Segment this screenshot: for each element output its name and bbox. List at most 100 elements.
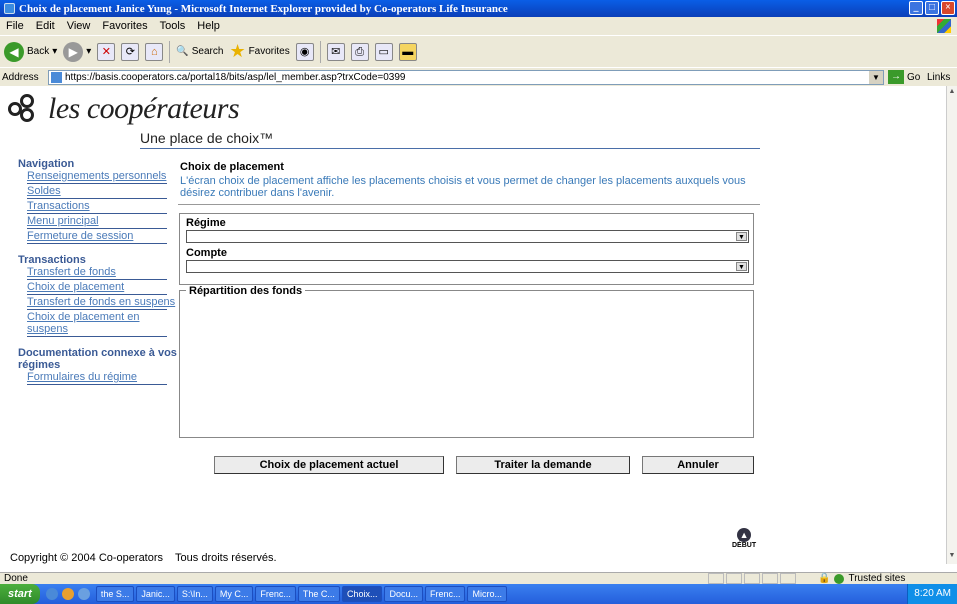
nav-item-soldes[interactable]: Soldes — [18, 185, 178, 197]
task-button[interactable]: Docu... — [384, 586, 423, 602]
home-icon[interactable]: ⌂ — [145, 42, 164, 61]
page-description: L'écran choix de placement affiche les p… — [180, 175, 746, 199]
menu-help[interactable]: Help — [197, 20, 220, 32]
cooperators-logo-icon — [8, 94, 42, 124]
menu-file[interactable]: File — [6, 20, 24, 32]
address-input[interactable]: https://basis.cooperators.ca/portal18/bi… — [48, 70, 884, 85]
clock: 8:20 AM — [914, 588, 951, 599]
forward-arrow-icon: ▶ — [63, 41, 84, 62]
taskbar: start the S... Janic... S:\In... My C...… — [0, 584, 957, 604]
ie-icon — [4, 3, 15, 14]
chevron-down-icon: ▼ — [736, 262, 747, 271]
task-button[interactable]: My C... — [214, 586, 254, 602]
compte-label: Compte — [186, 247, 227, 259]
search-button[interactable]: 🔍 Search — [176, 46, 223, 57]
task-button-active[interactable]: Choix... — [341, 586, 383, 602]
nav-header-documentation: Documentation connexe à vos régimes — [18, 347, 177, 371]
chevron-down-icon: ▼ — [736, 232, 747, 241]
action-buttons: Choix de placement actuel Traiter la dem… — [214, 456, 754, 474]
nav-item-transfert-fonds[interactable]: Transfert de fonds — [18, 266, 178, 278]
repartition-fieldset — [179, 290, 754, 438]
stop-icon[interactable]: ✕ — [97, 42, 116, 61]
start-button[interactable]: start — [0, 584, 40, 604]
nav-item-choix-suspens[interactable]: Choix de placement en suspens — [18, 311, 178, 335]
favorites-button[interactable]: ★ Favorites — [229, 41, 289, 62]
task-button[interactable]: Janic... — [136, 586, 175, 602]
window-titlebar: Choix de placement Janice Yung - Microso… — [0, 0, 957, 17]
edit-icon[interactable]: ▭ — [374, 42, 393, 61]
media-icon[interactable]: ◉ — [295, 42, 314, 61]
toolbar: ◀ Back ▾ ▶ ▾ ✕ ⟳ ⌂ 🔍 Search ★ Favorites ◉ ✉ ⎙… — [0, 35, 957, 67]
go-button[interactable]: → Go — [888, 70, 920, 84]
brand-logo: les coopérateurs — [8, 92, 240, 126]
status-text: Done — [4, 573, 28, 584]
repartition-legend: Répartition des fonds — [186, 285, 306, 297]
forward-button[interactable]: ▶ ▾ — [63, 41, 91, 62]
lock-icon: 🔒 — [818, 573, 831, 584]
page-icon — [51, 72, 62, 83]
folder-icon[interactable]: ▬ — [398, 42, 417, 61]
arrow-up-icon: ▲ — [737, 528, 752, 542]
nav-item-menu-principal[interactable]: Menu principal — [18, 215, 178, 227]
minimize-button[interactable]: _ — [909, 1, 923, 15]
scroll-up-icon[interactable]: ▲ — [947, 88, 957, 98]
links-button[interactable]: Links — [927, 72, 950, 83]
nav-item-formulaires[interactable]: Formulaires du régime — [18, 371, 178, 383]
search-icon: 🔍 — [176, 46, 189, 57]
cancel-button[interactable]: Annuler — [642, 456, 754, 474]
process-request-button[interactable]: Traiter la demande — [456, 456, 630, 474]
windows-logo-icon — [937, 19, 951, 33]
menu-favorites[interactable]: Favorites — [102, 20, 147, 32]
task-button[interactable]: the S... — [95, 586, 135, 602]
regime-select[interactable]: ▼ — [186, 230, 749, 243]
regime-label: Régime — [186, 217, 226, 229]
current-placement-button[interactable]: Choix de placement actuel — [214, 456, 444, 474]
menu-view[interactable]: View — [67, 20, 91, 32]
refresh-icon[interactable]: ⟳ — [121, 42, 140, 61]
mail-icon[interactable]: ✉ — [326, 42, 345, 61]
nav-header-navigation: Navigation — [18, 158, 75, 170]
copyright-text: Copyright © 2004 Co-operators Tous droit… — [10, 552, 277, 564]
sidebar-nav: Navigation Renseignements personnels Sol… — [18, 158, 178, 386]
nav-item-transfert-suspens[interactable]: Transfert de fonds en suspens — [18, 296, 178, 308]
compte-select[interactable]: ▼ — [186, 260, 749, 273]
nav-item-renseignements[interactable]: Renseignements personnels — [18, 170, 178, 182]
close-button[interactable]: × — [941, 1, 955, 15]
back-arrow-icon: ◀ — [4, 41, 24, 62]
menu-edit[interactable]: Edit — [36, 20, 55, 32]
back-button[interactable]: ◀ Back ▾ — [4, 41, 57, 62]
menu-tools[interactable]: Tools — [160, 20, 186, 32]
quick-launch — [45, 588, 90, 600]
task-button[interactable]: The C... — [297, 586, 340, 602]
address-bar: Address https://basis.cooperators.ca/por… — [0, 67, 957, 86]
menu-bar: File Edit View Favorites Tools Help — [0, 17, 957, 35]
main-section: Choix de placement L'écran choix de plac… — [180, 161, 760, 199]
nav-item-transactions[interactable]: Transactions — [18, 200, 178, 212]
brand-tagline: Une place de choix™ — [140, 130, 274, 146]
selection-form: Régime ▼ Compte ▼ — [179, 213, 754, 285]
vertical-scrollbar[interactable]: ▲ ▼ — [946, 86, 957, 564]
star-icon: ★ — [229, 41, 246, 61]
security-zone: 🔒 Trusted sites — [818, 573, 906, 584]
go-arrow-icon: → — [888, 70, 904, 84]
task-button[interactable]: S:\In... — [176, 586, 213, 602]
print-icon[interactable]: ⎙ — [350, 42, 369, 61]
task-button[interactable]: Micro... — [467, 586, 507, 602]
page-title: Choix de placement — [180, 161, 284, 173]
task-button[interactable]: Frenc... — [255, 586, 296, 602]
scroll-down-icon[interactable]: ▼ — [947, 552, 957, 562]
system-tray: 8:20 AM — [907, 584, 957, 604]
ie-quicklaunch-icon[interactable] — [45, 588, 58, 600]
chevron-down-icon[interactable]: ▼ — [869, 71, 883, 84]
nav-item-fermeture[interactable]: Fermeture de session — [18, 230, 178, 242]
desktop-quicklaunch-icon[interactable] — [77, 588, 90, 600]
window-title: Choix de placement Janice Yung - Microso… — [19, 2, 508, 15]
brand-title: les coopérateurs — [48, 92, 240, 125]
page-content: les coopérateurs Une place de choix™ Nav… — [0, 86, 946, 564]
maximize-button[interactable]: □ — [925, 1, 939, 15]
nav-item-choix-placement[interactable]: Choix de placement — [18, 281, 178, 293]
back-to-top-link[interactable]: ▲ DÉBUT — [732, 528, 756, 549]
status-bar: Done 🔒 Trusted sites — [0, 572, 957, 584]
task-button[interactable]: Frenc... — [424, 586, 466, 602]
media-quicklaunch-icon[interactable] — [61, 588, 74, 600]
